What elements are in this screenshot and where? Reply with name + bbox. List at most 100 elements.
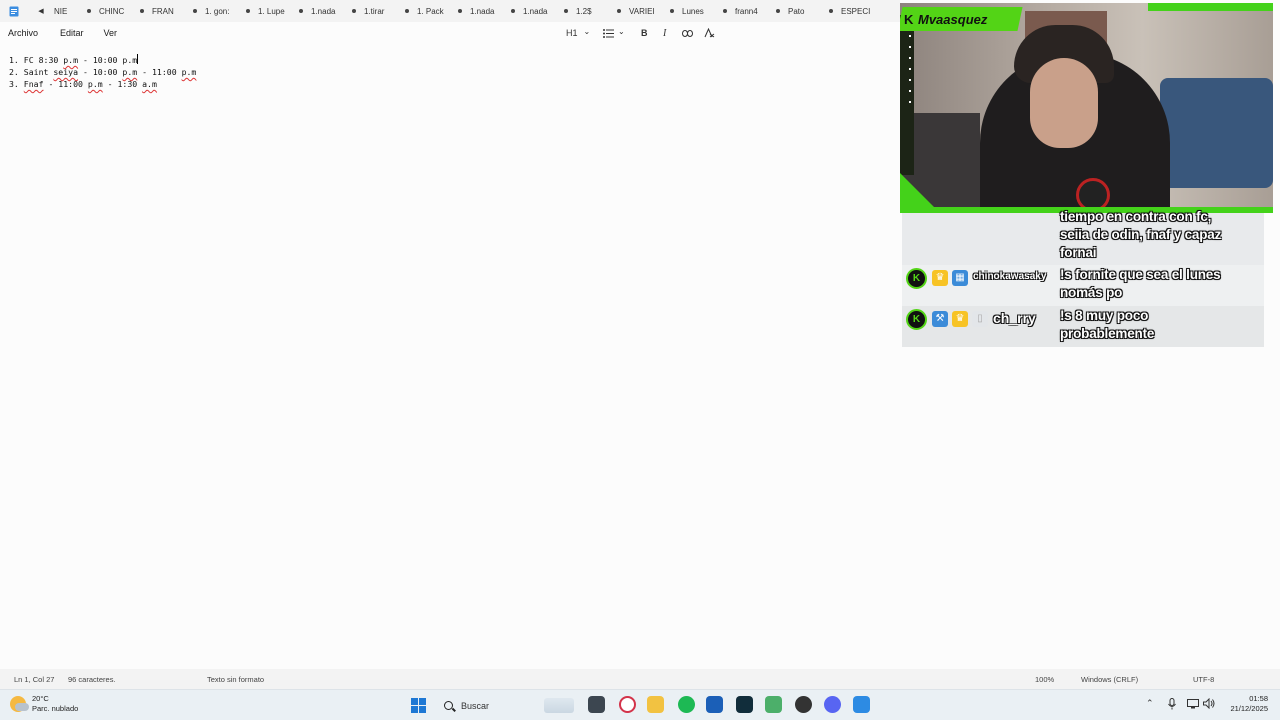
zoom-level[interactable]: 100%: [1035, 675, 1054, 684]
line-ending[interactable]: Windows (CRLF): [1081, 675, 1138, 684]
misspelled-word[interactable]: p.m: [88, 79, 103, 89]
notepad-taskbar-icon[interactable]: [853, 696, 870, 713]
tab[interactable]: 1.nada: [311, 0, 364, 22]
crown-badge-icon: ♛: [952, 311, 968, 327]
weather-widget[interactable]: 20°C Parc. nublado: [10, 694, 78, 714]
text-editor[interactable]: 1. FC 8:30 p.m - 10:00 p.m 2. Saint seiy…: [0, 44, 900, 669]
file-explorer-icon[interactable]: [647, 696, 664, 713]
misspelled-word[interactable]: p.m: [122, 67, 137, 77]
encoding[interactable]: UTF-8: [1193, 675, 1214, 684]
misspelled-word[interactable]: seiya: [53, 67, 78, 77]
unsaved-dot-icon: [670, 9, 674, 13]
tab[interactable]: ESPECI: [841, 0, 894, 22]
tab[interactable]: 1. Lupe: [258, 0, 311, 22]
drink-badge-icon: ▯: [972, 311, 988, 327]
clear-formatting-icon: [704, 28, 715, 38]
text-run: - 11:00: [43, 79, 88, 89]
webcam-feed: K Mvaasquez: [900, 3, 1273, 213]
text-run: Saint: [23, 67, 54, 77]
games-app-icon[interactable]: [765, 696, 782, 713]
tab[interactable]: 1.tirar: [364, 0, 417, 22]
link-button[interactable]: [682, 22, 693, 44]
tab[interactable]: CHINC: [99, 0, 152, 22]
chat-line: !s 8 muy poco: [1060, 308, 1149, 323]
terminal-app-icon[interactable]: [588, 696, 605, 713]
streamer-face: [1030, 58, 1098, 148]
chat-username[interactable]: chinokawasaky: [973, 271, 1046, 282]
overlay-sidebar: [900, 15, 914, 175]
tab[interactable]: 1. gon:: [205, 0, 258, 22]
clock-time: 01:58: [1249, 694, 1268, 703]
microphone-icon[interactable]: [1168, 698, 1176, 710]
misspelled-word[interactable]: Fnaf: [24, 79, 44, 89]
taskbar-search[interactable]: Buscar: [436, 694, 580, 717]
chat-username[interactable]: ch_rry: [993, 310, 1036, 326]
tab[interactable]: Pato: [788, 0, 841, 22]
tab[interactable]: VARIEI: [629, 0, 682, 22]
chat-line: nomás po: [1060, 285, 1123, 300]
tab-scroll-left-icon[interactable]: ◀: [28, 0, 54, 22]
misspelled-word[interactable]: a.m: [142, 79, 157, 89]
windows-start-icon[interactable]: [411, 698, 426, 713]
tab-label: CHINC: [99, 6, 125, 16]
volume-icon[interactable]: [1203, 698, 1215, 709]
kick-logo-icon: K: [904, 12, 914, 27]
unsaved-dot-icon: [352, 9, 356, 13]
tab-list: NIE CHINC FRAN 1. gon: 1. Lupe 1.nada 1.…: [54, 0, 894, 22]
text-run: FC 8:30: [23, 55, 64, 65]
cursor-position[interactable]: Ln 1, Col 27: [14, 675, 54, 684]
tab[interactable]: FRAN: [152, 0, 205, 22]
tab[interactable]: frann4: [735, 0, 788, 22]
tray-overflow-icon[interactable]: ⌃: [1146, 698, 1154, 709]
misspelled-word[interactable]: p.m: [182, 67, 197, 77]
overlay-frame: [1148, 3, 1273, 11]
tab[interactable]: 1.nada: [523, 0, 576, 22]
stream-chat: tiempo en contra con fc, seiia de odin, …: [902, 209, 1264, 347]
heading-label: H1: [566, 28, 578, 38]
opera-browser-icon[interactable]: [619, 696, 636, 713]
unsaved-dot-icon: [511, 9, 515, 13]
tab-label: VARIEI: [629, 6, 655, 16]
link-icon: [682, 29, 693, 37]
search-highlight-image: [544, 698, 574, 713]
tab[interactable]: Lunes: [682, 0, 735, 22]
network-icon[interactable]: [1187, 698, 1199, 709]
taskbar: 20°C Parc. nublado Buscar ⌃ 01:58 21/12/…: [0, 689, 1280, 720]
misspelled-word[interactable]: p.m: [63, 55, 78, 65]
tab-label: Pato: [788, 6, 805, 16]
menu-file[interactable]: Archivo: [0, 22, 46, 44]
menu-edit[interactable]: Editar: [46, 22, 92, 44]
unsaved-dot-icon: [87, 9, 91, 13]
text-format[interactable]: Texto sin formato: [207, 675, 264, 684]
tab[interactable]: 1. Pack: [417, 0, 470, 22]
overlay-frame: [900, 173, 940, 213]
list-number: 3.: [9, 79, 19, 89]
tab-label: FRAN: [152, 6, 174, 16]
tab[interactable]: 1.2$: [576, 0, 629, 22]
unsaved-dot-icon: [246, 9, 250, 13]
text-caret: [137, 54, 139, 64]
spotify-icon[interactable]: [678, 696, 695, 713]
tab[interactable]: 1.nada: [470, 0, 523, 22]
menu-view[interactable]: Ver: [92, 22, 126, 44]
unsaved-dot-icon: [193, 9, 197, 13]
clear-format-button[interactable]: [704, 22, 715, 44]
tab-bar: ◀ NIE CHINC FRAN 1. gon: 1. Lupe 1.nada …: [0, 0, 900, 22]
notepad-app-icon[interactable]: [0, 0, 28, 22]
obs-icon[interactable]: [795, 696, 812, 713]
unsaved-dot-icon: [405, 9, 409, 13]
tab-label: Lunes: [682, 6, 704, 16]
tab-label: 1.nada: [523, 6, 548, 16]
heading-dropdown[interactable]: H1 ⌄: [566, 22, 590, 44]
tab-label: 1.nada: [470, 6, 495, 16]
dev-app-icon[interactable]: [736, 696, 753, 713]
system-clock[interactable]: 01:58 21/12/2025: [1230, 694, 1268, 714]
tab-label: 1.tirar: [364, 6, 385, 16]
chevron-down-icon: ⌄: [583, 27, 591, 36]
italic-button[interactable]: I: [663, 22, 666, 44]
list-dropdown[interactable]: ⌄: [603, 22, 625, 44]
tab[interactable]: NIE: [54, 0, 99, 22]
store-icon[interactable]: [706, 696, 723, 713]
bold-button[interactable]: B: [641, 22, 648, 44]
discord-icon[interactable]: [824, 696, 841, 713]
